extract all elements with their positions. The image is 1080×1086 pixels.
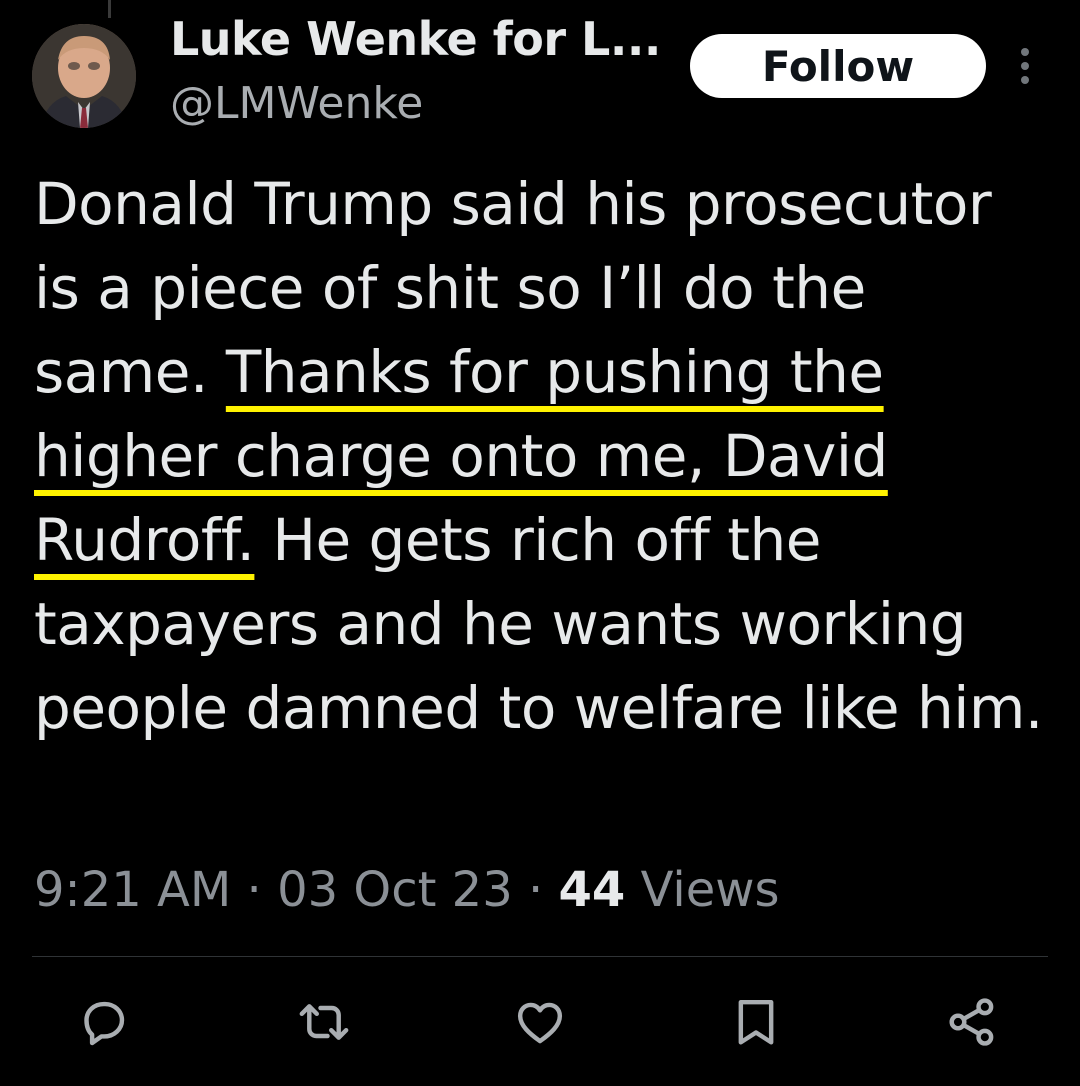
tweet-text: Donald Trump said his prosecutor is a pi… [34,162,1054,750]
reply-icon[interactable] [76,994,132,1050]
meta-separator: · [231,862,278,918]
avatar[interactable] [32,24,136,128]
display-name[interactable]: Luke Wenke for L... [170,12,661,66]
tweet-meta: 9:21 AM · 03 Oct 23 · 44 Views [34,862,780,918]
divider [32,956,1048,957]
views-count: 44 [558,862,626,918]
tweet-date[interactable]: 03 Oct 23 [277,862,513,918]
retweet-icon[interactable] [296,994,352,1050]
bookmark-icon[interactable] [728,994,784,1050]
share-icon[interactable] [944,994,1000,1050]
tweet-time[interactable]: 9:21 AM [34,862,231,918]
avatar-image [32,24,136,128]
thread-connector [108,0,111,18]
more-vertical-icon[interactable] [1010,44,1040,88]
heart-icon[interactable] [512,994,568,1050]
user-handle[interactable]: @LMWenke [170,78,423,129]
views-label: Views [625,862,780,918]
follow-button[interactable]: Follow [690,34,986,98]
meta-separator: · [512,862,559,918]
